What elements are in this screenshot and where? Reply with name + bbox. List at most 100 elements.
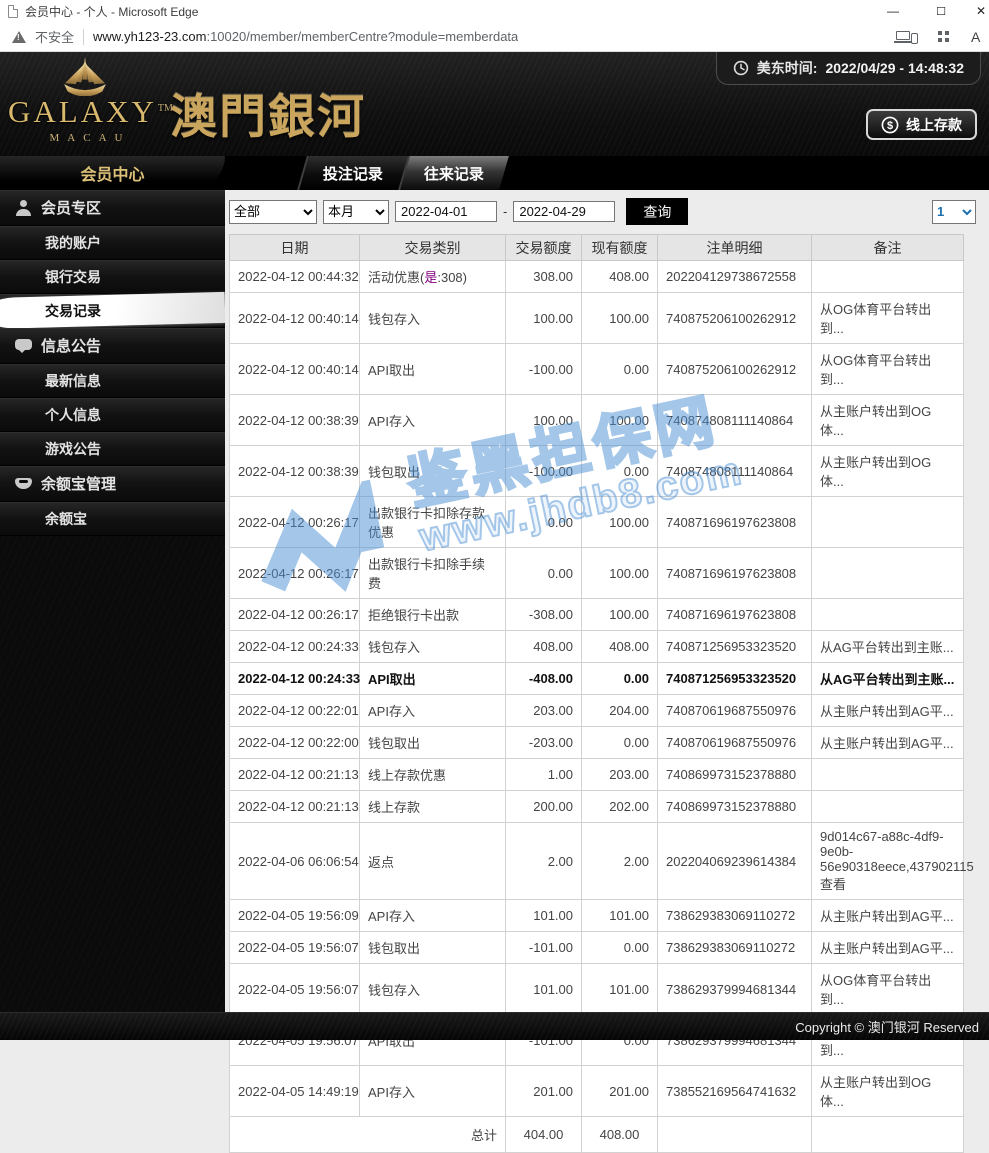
cell-date: 2022-04-12 00:40:14 xyxy=(229,292,360,344)
cell-detail: 740870619687550976 xyxy=(657,726,812,759)
main-nav: 会员中心 投注记录 往来记录 xyxy=(0,156,989,190)
date-range-separator: - xyxy=(503,204,508,219)
cell-type: API存入 xyxy=(359,899,506,932)
url-text[interactable]: www.yh123-23.com:10020/member/memberCent… xyxy=(93,29,518,44)
cell-remark: 从AG平台转出到主账... xyxy=(811,630,964,663)
column-header: 交易类别 xyxy=(359,234,506,261)
cell-detail: 202204129738672558 xyxy=(657,260,812,293)
sidebar-item[interactable]: 我的账户 xyxy=(0,226,225,260)
address-bar: 不安全 www.yh123-23.com:10020/member/member… xyxy=(0,22,989,52)
cell-balance: 0.00 xyxy=(581,445,658,497)
security-label[interactable]: 不安全 xyxy=(35,27,74,46)
cell-type: 出款银行卡扣除手续费 xyxy=(359,547,506,599)
sidebar-item[interactable]: 信息公告 xyxy=(0,328,225,364)
table-row: 2022-04-12 00:24:33 钱包存入 408.00 408.00 7… xyxy=(229,630,964,663)
brand-subname: MACAU xyxy=(49,132,131,144)
cell-type: API取出 xyxy=(359,343,506,395)
sidebar-item[interactable]: 银行交易 xyxy=(0,260,225,294)
server-time: 美东时间: 2022/04/29 - 14:48:32 xyxy=(715,52,981,85)
nav-tab[interactable]: 投注记录 xyxy=(297,156,408,190)
wallet-icon xyxy=(14,476,34,492)
url-path: :10020/member/memberCentre?module=member… xyxy=(206,29,519,44)
maximize-button[interactable]: ☐ xyxy=(924,0,958,22)
cell-amount: 0.00 xyxy=(505,496,582,548)
total-amount: 404.00 xyxy=(505,1116,582,1153)
cell-type: 钱包存入 xyxy=(359,963,506,1015)
cell-remark: 从AG平台转出到主账... xyxy=(811,662,964,695)
cell-type: 钱包取出 xyxy=(359,931,506,964)
cell-date: 2022-04-12 00:26:17 xyxy=(229,496,360,548)
sidebar-item[interactable]: 游戏公告 xyxy=(0,432,225,466)
user-icon xyxy=(14,199,34,216)
table-row: 2022-04-12 00:21:13 线上存款优惠 1.00 203.00 7… xyxy=(229,758,964,791)
cell-type: 钱包取出 xyxy=(359,726,506,759)
cell-amount: 408.00 xyxy=(505,630,582,663)
cell-amount: 100.00 xyxy=(505,394,582,446)
cell-type: 线上存款优惠 xyxy=(359,758,506,791)
table-row: 2022-04-06 06:06:54 返点 2.00 2.00 2022040… xyxy=(229,822,974,900)
cell-date: 2022-04-12 00:24:33 xyxy=(229,630,360,663)
sidebar-item[interactable]: 余额宝管理 xyxy=(0,466,225,502)
column-header: 现有额度 xyxy=(581,234,658,261)
page-select[interactable]: 1 xyxy=(932,199,976,224)
total-row: 总计 404.00 408.00 xyxy=(229,1116,964,1153)
sidebar-item[interactable]: 会员专区 xyxy=(0,190,225,226)
view-link[interactable]: 查看 xyxy=(820,874,955,893)
cell-balance: 101.00 xyxy=(581,899,658,932)
cell-amount: 1.00 xyxy=(505,758,582,791)
cell-type: 线上存款 xyxy=(359,790,506,823)
cell-balance: 2.00 xyxy=(581,822,658,900)
sidebar-item[interactable]: 最新信息 xyxy=(0,364,225,398)
date-to-input[interactable] xyxy=(513,201,616,222)
cell-balance: 0.00 xyxy=(581,726,658,759)
search-button[interactable]: 查询 xyxy=(626,198,689,225)
time-label: 美东时间: xyxy=(756,60,818,76)
cell-remark: 从OG体育平台转出到... xyxy=(811,343,964,395)
period-filter-select[interactable]: 本月 xyxy=(323,199,389,224)
cell-type: 活动优惠(是:308) xyxy=(359,260,506,293)
minimize-button[interactable]: — xyxy=(876,0,910,22)
send-to-devices-icon[interactable] xyxy=(894,29,918,45)
sidebar-item[interactable]: 余额宝 xyxy=(0,502,225,536)
type-link[interactable]: 是 xyxy=(424,270,437,285)
cell-date: 2022-04-05 19:56:09 xyxy=(229,899,360,932)
sidebar-item[interactable]: 个人信息 xyxy=(0,398,225,432)
table-row: 2022-04-05 14:49:19 API存入 201.00 201.00 … xyxy=(229,1065,964,1117)
nav-tab[interactable]: 往来记录 xyxy=(398,156,509,190)
chat-icon xyxy=(14,338,34,354)
cell-date: 2022-04-12 00:21:13 xyxy=(229,790,360,823)
cell-detail: 740869973152378880 xyxy=(657,790,812,823)
table-row: 2022-04-12 00:40:14 钱包存入 100.00 100.00 7… xyxy=(229,292,964,344)
cell-detail: 740874808111140864 xyxy=(657,394,812,446)
cell-remark xyxy=(811,496,964,548)
cell-amount: 2.00 xyxy=(505,822,582,900)
cell-balance: 408.00 xyxy=(581,260,658,293)
cell-balance: 0.00 xyxy=(581,662,658,695)
apps-grid-icon[interactable] xyxy=(937,30,950,43)
cell-amount: -100.00 xyxy=(505,343,582,395)
cell-type: 返点 xyxy=(359,822,506,900)
cell-detail: 740871696197623808 xyxy=(657,496,812,548)
cell-detail: 738629383069110272 xyxy=(657,931,812,964)
cell-amount: 203.00 xyxy=(505,694,582,727)
date-from-input[interactable] xyxy=(395,201,497,222)
sidebar-item[interactable]: 交易记录 xyxy=(0,294,225,328)
type-filter-select[interactable]: 全部 xyxy=(229,199,317,224)
close-button[interactable]: ✕ xyxy=(964,0,989,22)
cell-detail: 740870619687550976 xyxy=(657,694,812,727)
cell-remark xyxy=(811,547,964,599)
cell-amount: -408.00 xyxy=(505,662,582,695)
cell-balance: 204.00 xyxy=(581,694,658,727)
table-row: 2022-04-05 19:56:07 钱包存入 101.00 101.00 7… xyxy=(229,963,964,1015)
cell-remark: 从主账户转出到AG平... xyxy=(811,726,964,759)
sidebar: 会员专区 我的账户 银行交易 交易记录 信息公告 最新信息 个人信息 游戏公告 … xyxy=(0,190,225,1012)
table-header-row: 日期 交易类别 交易额度 现有额度 注单明细 备注 xyxy=(229,234,964,261)
page-icon xyxy=(8,4,18,18)
cell-balance: 100.00 xyxy=(581,547,658,599)
profile-initial[interactable]: A xyxy=(971,29,987,45)
cell-remark: 从主账户转出到AG平... xyxy=(811,931,964,964)
cell-date: 2022-04-12 00:38:39 xyxy=(229,394,360,446)
column-header: 日期 xyxy=(229,234,360,261)
cell-remark: 从主账户转出到OG体... xyxy=(811,394,964,446)
online-deposit-button[interactable]: $ 线上存款 xyxy=(866,109,977,140)
